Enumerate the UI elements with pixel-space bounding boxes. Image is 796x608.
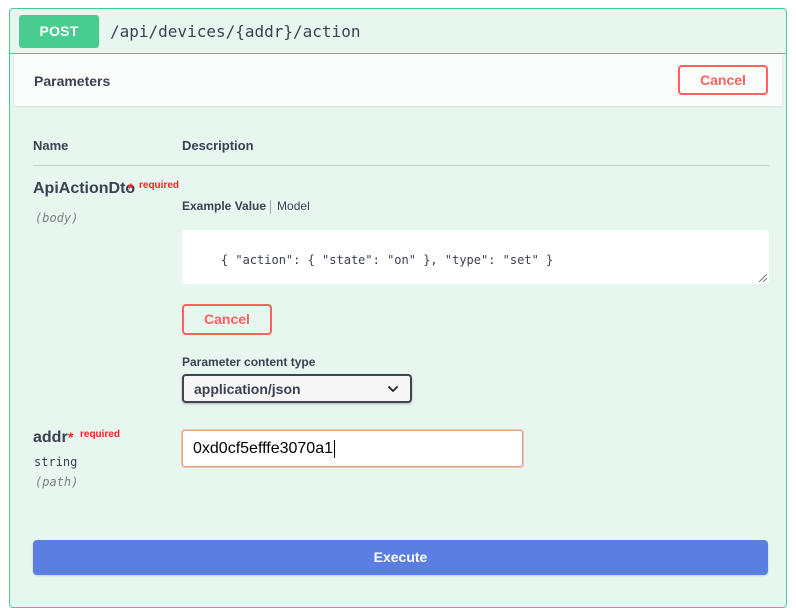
tab-model[interactable]: Model bbox=[275, 199, 310, 213]
operation-summary[interactable]: POST /api/devices/{addr}/action bbox=[10, 9, 786, 54]
param-name-body: ApiActionDto bbox=[33, 180, 136, 197]
example-model-tabs: Example Value Model bbox=[182, 199, 310, 217]
cancel-try-out-button[interactable]: Cancel bbox=[678, 65, 768, 95]
content-type-selected: application/json bbox=[194, 381, 301, 397]
required-star: * bbox=[128, 180, 134, 196]
table-header-divider bbox=[33, 165, 769, 166]
required-label: required bbox=[80, 429, 121, 440]
parameters-header: Parameters Cancel bbox=[14, 54, 782, 106]
operation-block: POST /api/devices/{addr}/action Paramete… bbox=[9, 8, 787, 608]
body-param-value: { "action": { "state": "on" }, "type": "… bbox=[220, 253, 554, 267]
required-star: * bbox=[68, 429, 74, 445]
resize-grip-icon[interactable] bbox=[759, 274, 767, 282]
method-badge: POST bbox=[19, 15, 99, 48]
param-location-body: (body) bbox=[35, 211, 79, 225]
required-label: required bbox=[139, 180, 180, 191]
text-caret bbox=[333, 439, 335, 458]
parameters-title: Parameters bbox=[34, 73, 111, 89]
addr-input-value: 0xd0cf5efffe3070a1 bbox=[193, 440, 333, 457]
param-type-addr: string bbox=[34, 455, 78, 469]
execute-button[interactable]: Execute bbox=[33, 540, 768, 575]
cancel-body-button[interactable]: Cancel bbox=[182, 304, 272, 335]
endpoint-path: /api/devices/{addr}/action bbox=[110, 22, 361, 41]
content-type-label: Parameter content type bbox=[182, 355, 316, 369]
addr-input[interactable]: 0xd0cf5efffe3070a1 bbox=[182, 430, 523, 467]
chevron-down-icon bbox=[388, 386, 398, 392]
tab-divider bbox=[270, 199, 272, 214]
content-type-select[interactable]: application/json bbox=[182, 374, 412, 403]
body-param-textarea[interactable]: { "action": { "state": "on" }, "type": "… bbox=[182, 230, 769, 284]
param-location-addr: (path) bbox=[35, 475, 79, 489]
column-header-description: Description bbox=[182, 138, 254, 153]
column-header-name: Name bbox=[33, 138, 69, 153]
param-name-addr: addr bbox=[33, 429, 68, 446]
tab-example-value[interactable]: Example Value bbox=[182, 199, 270, 213]
